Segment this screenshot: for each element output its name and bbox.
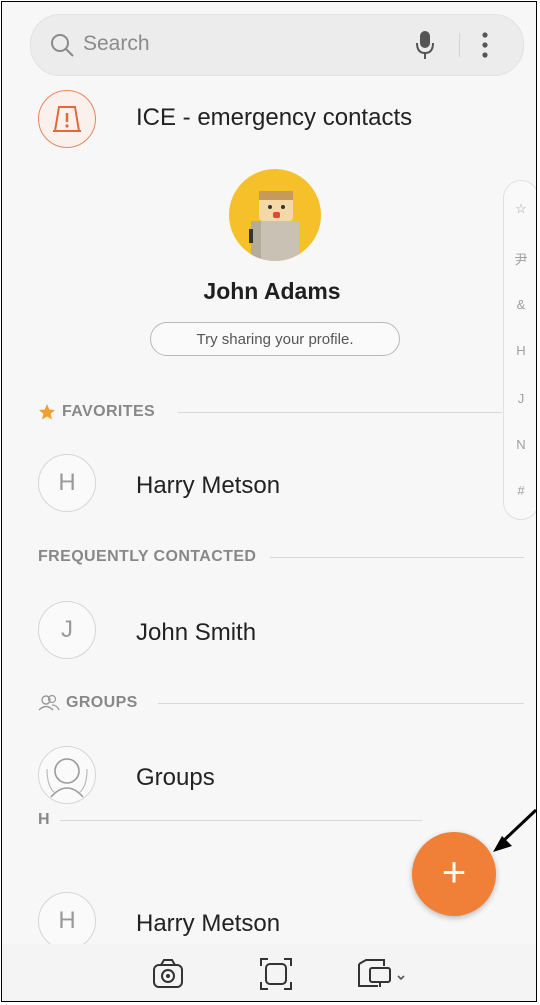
index-letter[interactable]: ☆: [504, 201, 536, 217]
frequent-header: FREQUENTLY CONTACTED: [38, 548, 257, 565]
search-icon: [51, 34, 74, 57]
contact-avatar[interactable]: J: [38, 601, 96, 659]
share-profile-button[interactable]: Try sharing your profile.: [150, 322, 400, 356]
alphabet-index[interactable]: ☆ 尹 & H J N #: [503, 180, 536, 520]
annotation-arrow-icon: [493, 808, 536, 852]
groups-divider: [158, 703, 524, 704]
mic-icon[interactable]: [414, 29, 436, 61]
index-letter[interactable]: J: [504, 391, 536, 406]
group-silhouette-icon: [46, 758, 88, 798]
bottom-toolbar: [2, 944, 536, 1001]
search-input[interactable]: Search: [83, 32, 150, 56]
star-icon: [39, 404, 55, 420]
contact-avatar[interactable]: H: [38, 454, 96, 512]
avatar-illustration: [249, 191, 299, 261]
search-bar[interactable]: Search: [30, 14, 524, 76]
groups-avatar[interactable]: [38, 746, 96, 804]
frequent-divider: [270, 557, 524, 558]
groups-header: GROUPS: [66, 694, 138, 711]
contact-avatar[interactable]: H: [38, 892, 96, 950]
groups-icon: [38, 694, 60, 711]
h-divider: [60, 820, 422, 821]
contact-name[interactable]: Harry Metson: [136, 472, 280, 500]
index-letter[interactable]: 尹: [504, 249, 536, 268]
favorites-header: FAVORITES: [62, 403, 156, 420]
camera-icon[interactable]: [150, 956, 186, 992]
index-letter[interactable]: &: [504, 297, 536, 312]
profile-name: John Adams: [203, 278, 341, 304]
index-letter[interactable]: N: [504, 437, 536, 452]
favorites-divider: [178, 412, 502, 413]
contacts-screen: Search ICE - emergency contacts John Ada…: [1, 1, 537, 1002]
profile-avatar[interactable]: [229, 169, 321, 261]
search-divider: [459, 33, 460, 57]
contact-name[interactable]: Groups: [136, 764, 215, 792]
contact-name[interactable]: John Smith: [136, 619, 256, 647]
warning-icon: [53, 106, 81, 132]
scan-icon[interactable]: [258, 956, 294, 992]
h-header: H: [38, 811, 50, 828]
contact-name[interactable]: Harry Metson: [136, 910, 280, 938]
index-letter[interactable]: #: [504, 483, 536, 498]
index-letter[interactable]: H: [504, 343, 536, 358]
ice-label[interactable]: ICE - emergency contacts: [136, 104, 412, 132]
devices-icon[interactable]: [356, 956, 410, 992]
more-icon[interactable]: [477, 29, 493, 61]
add-contact-button[interactable]: +: [412, 832, 496, 916]
ice-icon-container[interactable]: [38, 90, 96, 148]
